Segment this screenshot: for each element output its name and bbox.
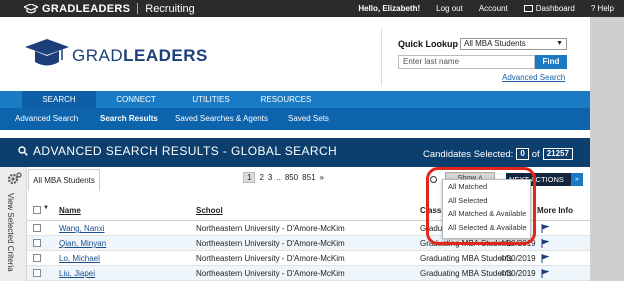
row-checkbox[interactable] [33,269,41,277]
double-chevron-down-icon: » [571,173,583,186]
candidate-class: Graduating MBA Students [420,269,513,278]
candidate-name[interactable]: Wang, Nanxi [59,224,105,233]
account-link[interactable]: Account [479,4,508,13]
flag-icon[interactable] [541,269,549,278]
highlight-annotation [426,167,536,245]
search-icon [18,146,28,156]
page-title: ADVANCED SEARCH RESULTS - GLOBAL SEARCH [18,144,337,158]
page-851[interactable]: 851 [302,173,315,182]
results-header: ADVANCED SEARCH RESULTS - GLOBAL SEARCH … [0,138,590,167]
select-all-checkbox[interactable] [33,206,41,214]
flag-icon[interactable] [541,224,549,233]
tab-all-mba-students[interactable]: All MBA Students [28,169,100,191]
dashboard-label: Dashboard [535,4,575,13]
of-label: of [531,148,540,160]
view-selected-criteria[interactable]: View Selected Criteria [6,193,15,272]
page-ellipsis: .. [276,173,281,182]
logo-wordmark: GRADLEADERS [72,46,208,66]
page-title-text: ADVANCED SEARCH RESULTS - GLOBAL SEARCH [33,144,338,158]
nav-search[interactable]: SEARCH [22,91,96,108]
candidate-class: Graduating MBA Students [420,254,513,263]
total-count: 21257 [542,148,573,160]
logout-link[interactable]: Log out [436,4,463,13]
candidate-name[interactable]: Liu, Jiapei [59,269,95,278]
logo-word-bold: LEADERS [123,46,208,65]
subnav-advanced-search[interactable]: Advanced Search [15,108,100,130]
gear-icon[interactable] [6,172,22,186]
nav-utilities[interactable]: UTILITIES [176,91,246,108]
graduation-cap-icon [24,3,38,13]
nav-connect[interactable]: CONNECT [96,91,176,108]
advanced-search-link[interactable]: Advanced Search [502,73,565,82]
candidate-school: Northeastern University - D'Amore-McKim [196,254,345,263]
nav-resources[interactable]: RESOURCES [246,91,326,108]
column-more-info: More Info [537,206,573,215]
user-menu: Hello, Elizabeth! Log out Account Dashbo… [358,0,614,17]
column-name[interactable]: Name [59,206,81,215]
flag-icon[interactable] [541,254,549,263]
page-3[interactable]: 3 [268,173,272,182]
product-name: Recruiting [145,2,195,15]
top-bar: GRADLEADERS Recruiting Hello, Elizabeth!… [0,0,624,17]
graduation-cap-logo-icon [25,39,69,66]
population-select[interactable]: All MBA Students ▼ [460,38,567,50]
subnav-saved-searches[interactable]: Saved Searches & Agents [175,108,288,130]
page-next[interactable]: » [320,173,324,182]
table-row[interactable]: Liu, Jiapei Northeastern University - D'… [27,266,590,281]
subnav-saved-sets[interactable]: Saved Sets [288,108,348,130]
candidate-date: 4/30/2019 [500,254,536,263]
dashboard-icon [523,5,533,12]
candidate-school: Northeastern University - D'Amore-McKim [196,224,345,233]
greeting: Hello, Elizabeth! [358,4,421,13]
find-button[interactable]: Find [535,55,567,69]
candidate-name[interactable]: Lo, Michael [59,254,100,263]
candidate-school: Northeastern University - D'Amore-McKim [196,239,345,248]
last-name-input[interactable]: Enter last name [398,55,535,69]
logo-word-light: GRAD [72,46,124,65]
flag-icon[interactable] [541,239,549,248]
candidates-label: Candidates Selected: [423,148,514,160]
row-checkbox[interactable] [33,254,41,262]
main-nav: SEARCH CONNECT UTILITIES RESOURCES [0,91,590,108]
subnav-search-results[interactable]: Search Results [100,108,175,130]
row-checkbox[interactable] [33,224,41,232]
quick-lookup-label: Quick Lookup [398,39,459,49]
candidate-date: 4/30/2019 [500,269,536,278]
candidate-name[interactable]: Qian, Minyan [59,239,106,248]
chevron-down-icon: ▼ [556,40,563,47]
gradleaders-logo[interactable]: GRADLEADERS [24,38,208,74]
candidate-school: Northeastern University - D'Amore-McKim [196,269,345,278]
table-row[interactable]: Lo, Michael Northeastern University - D'… [27,251,590,266]
chevron-down-icon[interactable]: ▼ [43,205,49,211]
help-link[interactable]: ? Help [591,4,614,13]
header: GRADLEADERS Quick Lookup All MBA Student… [0,17,590,91]
page-2[interactable]: 2 [259,173,263,182]
candidates-selected: Candidates Selected: 0 of 21257 [423,148,573,160]
pagination: 1 2 3 .. 850 851 » [243,172,324,183]
sub-nav: Advanced Search Search Results Saved Sea… [0,108,590,130]
brand-name: GRADLEADERS [42,2,131,15]
page-850[interactable]: 850 [285,173,298,182]
dashboard-link[interactable]: Dashboard [523,4,575,13]
criteria-sidebar[interactable]: View Selected Criteria [0,167,27,281]
brand-divider [137,3,139,14]
population-select-value: All MBA Students [464,39,526,48]
page-margin [590,17,624,281]
brand[interactable]: GRADLEADERS Recruiting [24,1,195,16]
quick-lookup: Quick Lookup All MBA Students ▼ Enter la… [381,28,571,86]
row-checkbox[interactable] [33,239,41,247]
page-1[interactable]: 1 [243,172,256,183]
column-school[interactable]: School [196,206,223,215]
selected-count: 0 [516,148,529,160]
